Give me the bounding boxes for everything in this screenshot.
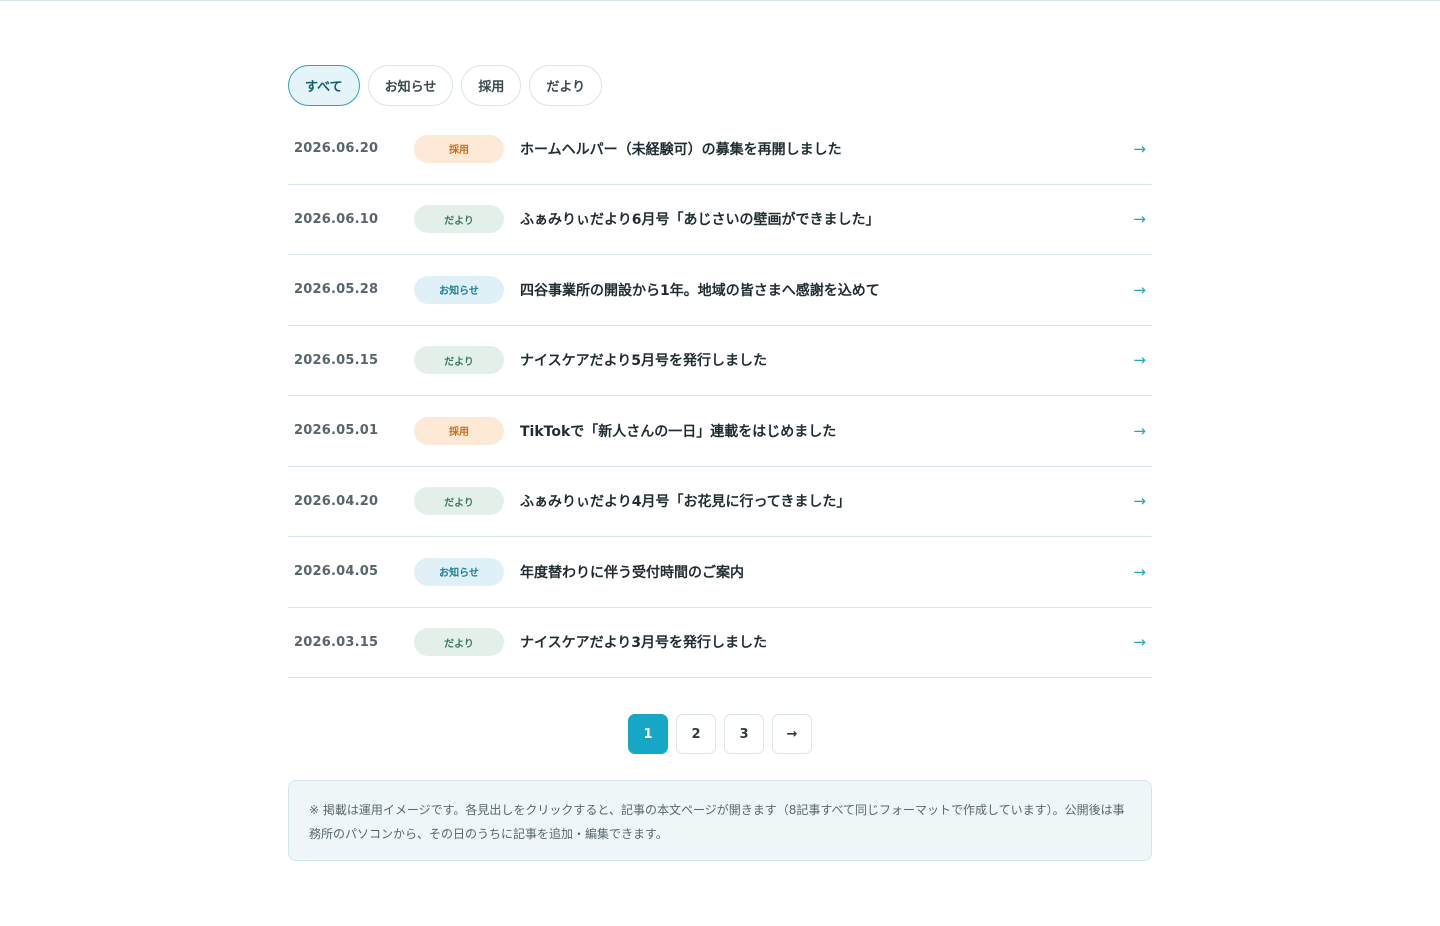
news-date: 2026.06.10 xyxy=(294,211,379,227)
arrow-right-icon: → xyxy=(1133,139,1146,158)
news-date: 2026.06.20 xyxy=(294,141,379,157)
news-date: 2026.04.20 xyxy=(294,493,379,509)
category-badge: だより xyxy=(414,205,504,234)
category-badge: 採用 xyxy=(414,134,504,163)
arrow-right-icon: → xyxy=(1133,280,1146,299)
arrow-right-icon: → xyxy=(1133,210,1146,229)
category-badge: お知らせ xyxy=(414,557,504,586)
news-title[interactable]: 四谷事業所の開設から1年。地域の皆さまへ感謝を込めて xyxy=(520,280,880,300)
tab-notice[interactable]: お知らせ xyxy=(367,65,454,106)
news-date: 2026.04.05 xyxy=(294,564,379,580)
news-list: 2026.06.20 採用 ホームヘルパー（未経験可）の募集を再開しました → … xyxy=(288,114,1152,678)
category-badge: だより xyxy=(414,628,504,657)
news-row[interactable]: 2026.06.20 採用 ホームヘルパー（未経験可）の募集を再開しました → xyxy=(288,114,1152,185)
category-badge: 採用 xyxy=(414,416,504,445)
news-title[interactable]: ホームヘルパー（未経験可）の募集を再開しました xyxy=(520,139,842,159)
news-row[interactable]: 2026.05.28 お知らせ 四谷事業所の開設から1年。地域の皆さまへ感謝を込… xyxy=(288,255,1152,326)
arrow-right-icon: → xyxy=(1133,492,1146,511)
news-date: 2026.05.01 xyxy=(294,423,379,439)
news-title[interactable]: ふぁみりぃだより4月号「お花見に行ってきました」 xyxy=(520,491,850,511)
arrow-right-icon: → xyxy=(786,726,798,742)
news-row[interactable]: 2026.04.05 お知らせ 年度替わりに伴う受付時間のご案内 → xyxy=(288,537,1152,608)
news-title[interactable]: ナイスケアだより3月号を発行しました xyxy=(520,632,767,652)
page-button-3[interactable]: 3 xyxy=(724,714,764,754)
news-title[interactable]: TikTokで「新人さんの一日」連載をはじめました xyxy=(520,421,836,441)
category-filter-tabs: すべて お知らせ 採用 だより xyxy=(288,65,603,106)
news-title[interactable]: ナイスケアだより5月号を発行しました xyxy=(520,350,767,370)
category-badge: お知らせ xyxy=(414,275,504,304)
news-title[interactable]: ふぁみりぃだより6月号「あじさいの壁画ができました」 xyxy=(520,209,879,229)
news-date: 2026.05.28 xyxy=(294,282,379,298)
page-button-2[interactable]: 2 xyxy=(676,714,716,754)
news-row[interactable]: 2026.06.10 だより ふぁみりぃだより6月号「あじさいの壁画ができました… xyxy=(288,185,1152,255)
pagination: 1 2 3 → xyxy=(628,714,812,754)
next-page-button[interactable]: → xyxy=(772,714,812,754)
news-date: 2026.03.15 xyxy=(294,634,379,650)
tab-all[interactable]: すべて xyxy=(288,65,360,106)
arrow-right-icon: → xyxy=(1133,351,1146,370)
tab-letter[interactable]: だより xyxy=(529,65,603,106)
news-row[interactable]: 2026.05.15 だより ナイスケアだより5月号を発行しました → xyxy=(288,326,1152,396)
arrow-right-icon: → xyxy=(1133,633,1146,652)
news-row[interactable]: 2026.04.20 だより ふぁみりぃだより4月号「お花見に行ってきました」 … xyxy=(288,467,1152,537)
usage-note: ※ 掲載は運用イメージです。各見出しをクリックすると、記事の本文ページが開きます… xyxy=(288,780,1152,861)
top-divider xyxy=(0,0,1440,1)
tab-recruit[interactable]: 採用 xyxy=(461,65,522,106)
news-date: 2026.05.15 xyxy=(294,352,379,368)
arrow-right-icon: → xyxy=(1133,421,1146,440)
page-button-1[interactable]: 1 xyxy=(628,714,668,754)
news-row[interactable]: 2026.03.15 だより ナイスケアだより3月号を発行しました → xyxy=(288,608,1152,678)
news-row[interactable]: 2026.05.01 採用 TikTokで「新人さんの一日」連載をはじめました … xyxy=(288,396,1152,467)
news-title[interactable]: 年度替わりに伴う受付時間のご案内 xyxy=(520,562,744,582)
category-badge: だより xyxy=(414,346,504,375)
category-badge: だより xyxy=(414,487,504,516)
arrow-right-icon: → xyxy=(1133,562,1146,581)
